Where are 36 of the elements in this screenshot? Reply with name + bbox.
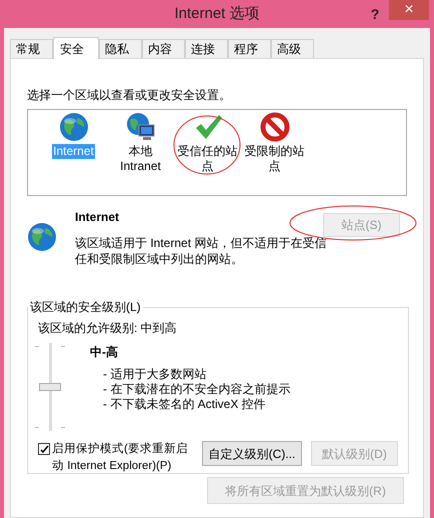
zone-item[interactable]: 本地 Intranet	[107, 112, 174, 195]
globe-icon	[27, 222, 57, 252]
tab[interactable]: 连接	[185, 39, 228, 58]
tab[interactable]: 隐私	[99, 39, 142, 58]
tab[interactable]: 内容	[142, 39, 185, 58]
zone-label: 本地 Intranet	[119, 144, 162, 174]
slider-thumb[interactable]	[39, 383, 61, 391]
custom-level-button[interactable]: 自定义级别(C)...	[202, 441, 302, 466]
zone-description: 该区域适用于 Internet 网站，但不适用于在受信任和受限制区域中列出的网站。	[75, 235, 328, 267]
allowed-level: 该区域的允许级别: 中到高	[38, 320, 178, 337]
zone-label: 受限制的站点	[244, 144, 306, 174]
zone-label: 受信任的站点	[176, 144, 238, 174]
zone-prompt: 选择一个区域以查看或更改安全设置。	[27, 87, 232, 104]
tab[interactable]: 程序	[228, 39, 271, 58]
help-button[interactable]: ?	[361, 4, 389, 24]
tab[interactable]: 安全	[53, 37, 99, 59]
zone-label: Internet	[52, 144, 95, 159]
level-bullet: - 在下载潜在的不安全内容之前提示	[103, 382, 290, 397]
level-bullet: - 适用于大多数网站	[103, 367, 208, 382]
level-name: 中-高	[90, 344, 119, 361]
close-button[interactable]: ×	[389, 0, 429, 20]
zone-title: Internet	[75, 209, 120, 226]
no-entry-icon	[260, 112, 290, 142]
tab[interactable]: 高级	[271, 39, 314, 58]
level-bullet: - 不下载未签名的 ActiveX 控件	[103, 397, 267, 412]
globe-monitor-icon	[126, 112, 156, 142]
zone-item[interactable]: 受信任的站点	[174, 112, 241, 195]
globe-icon	[58, 112, 88, 142]
tab[interactable]: 常规	[10, 39, 53, 58]
checkbox-label: 启用保护模式(要求重新启动 Internet Explorer)(P)	[52, 441, 189, 474]
group-legend: 该区域的安全级别(L)	[28, 298, 143, 316]
zone-item[interactable]: 受限制的站点	[241, 112, 308, 195]
check-icon	[40, 444, 48, 454]
window-title: Internet 选项	[173, 4, 261, 24]
slider-track[interactable]	[38, 343, 62, 431]
checkbox[interactable]	[38, 443, 50, 455]
